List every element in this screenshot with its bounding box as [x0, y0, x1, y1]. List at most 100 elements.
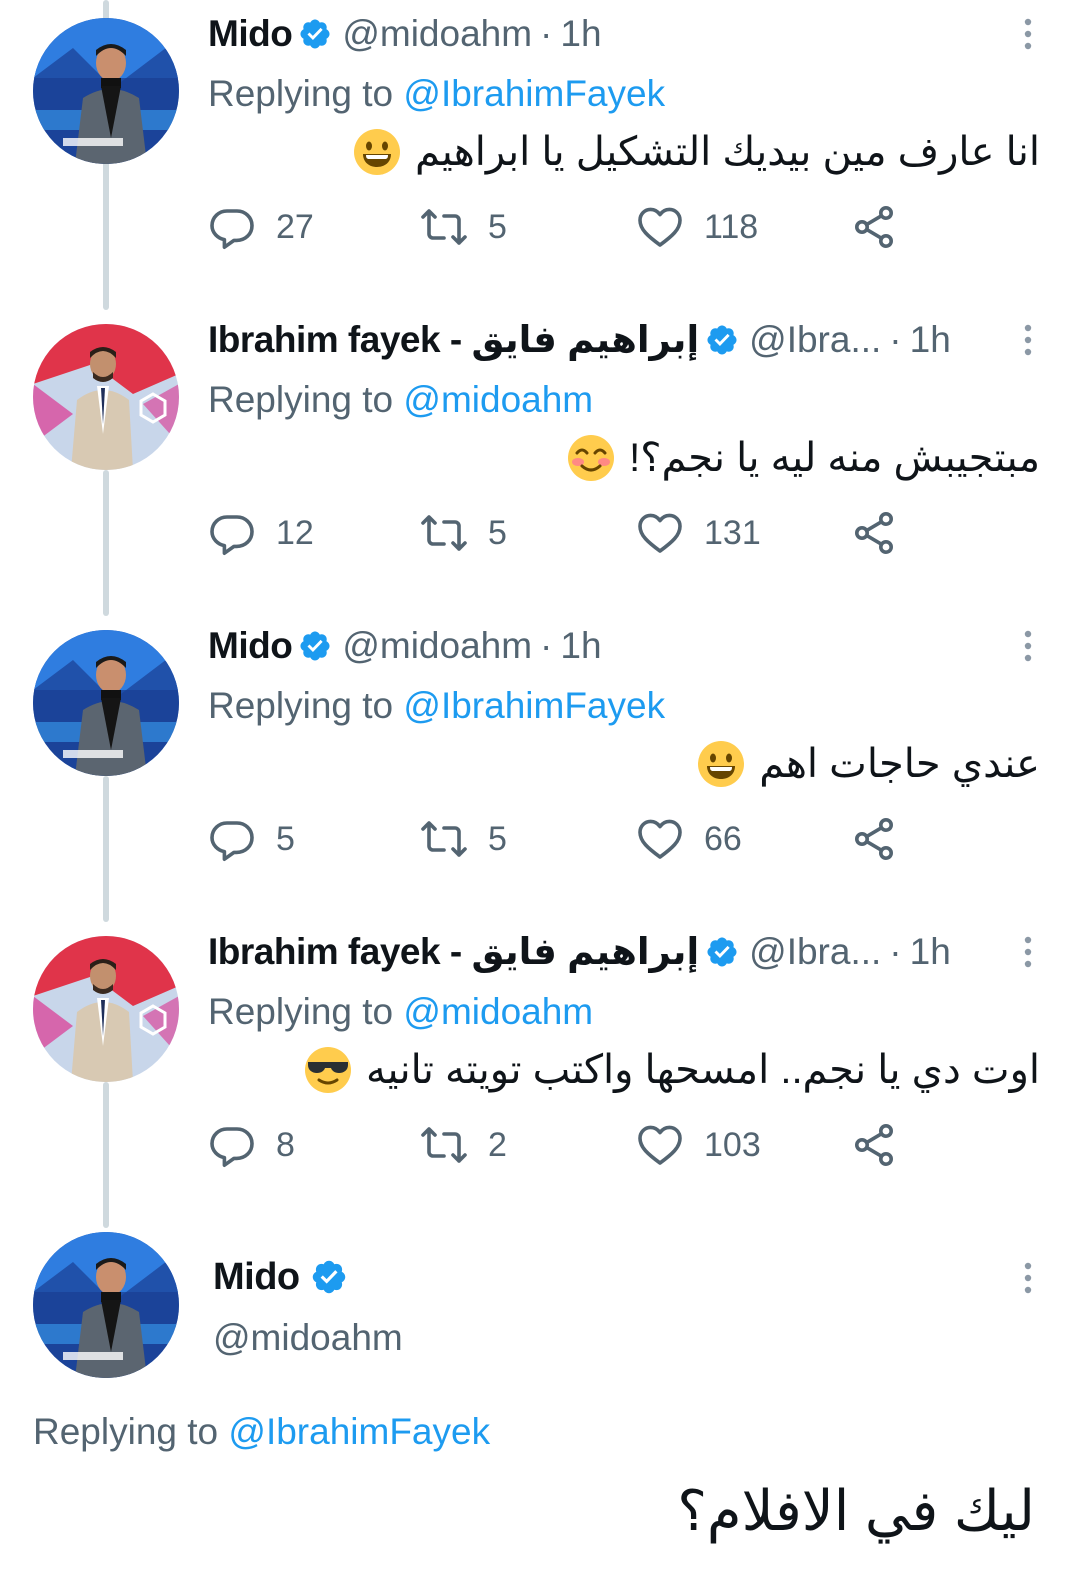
- reply-mention-link[interactable]: @IbrahimFayek: [403, 685, 665, 726]
- reply-button[interactable]: 5: [208, 814, 295, 864]
- reply-count: 8: [276, 1125, 295, 1164]
- tweet-text: ليك في الافلام؟: [677, 1479, 1035, 1542]
- verified-badge-icon: [705, 935, 739, 969]
- avatar[interactable]: [33, 1232, 179, 1378]
- avatar[interactable]: [33, 936, 179, 1082]
- reply-mention-link[interactable]: @midoahm: [403, 379, 593, 420]
- avatar[interactable]: [33, 18, 179, 164]
- verified-badge-icon: [310, 1258, 348, 1296]
- grinning-face-emoji-icon: [353, 128, 401, 176]
- display-name[interactable]: Ibrahim fayek - إبراهيم فايق: [208, 318, 700, 362]
- more-icon[interactable]: [1016, 16, 1040, 52]
- grinning-face-emoji-icon: [697, 740, 745, 788]
- thread-line: [103, 776, 109, 922]
- reply-count: 5: [276, 819, 295, 858]
- share-button[interactable]: [850, 202, 898, 252]
- replying-prefix: Replying to: [33, 1411, 229, 1452]
- reply-icon: [208, 1121, 256, 1169]
- share-button[interactable]: [850, 814, 898, 864]
- reply-count: 12: [276, 513, 314, 552]
- share-icon: [850, 815, 898, 863]
- like-button[interactable]: 103: [636, 1120, 761, 1170]
- timestamp[interactable]: 1h: [560, 12, 601, 56]
- timestamp[interactable]: 1h: [560, 624, 601, 668]
- share-icon: [850, 203, 898, 251]
- retweet-count: 2: [488, 1125, 507, 1164]
- reply-button[interactable]: 27: [208, 202, 314, 252]
- action-bar: 8 2 103: [208, 1120, 1040, 1170]
- avatar-image: [33, 936, 179, 1082]
- more-icon[interactable]: [1016, 1260, 1040, 1296]
- replying-to-line: Replying to @IbrahimFayek: [208, 68, 1040, 120]
- timestamp[interactable]: 1h: [910, 318, 951, 362]
- like-button[interactable]: 131: [636, 508, 761, 558]
- avatar[interactable]: [33, 630, 179, 776]
- replying-prefix: Replying to: [208, 991, 404, 1032]
- avatar[interactable]: [33, 324, 179, 470]
- more-icon[interactable]: [1016, 628, 1040, 664]
- replying-to-line: Replying to @midoahm: [208, 374, 1040, 426]
- separator-dot: ·: [540, 13, 553, 54]
- replying-to-line: Replying to @midoahm: [208, 986, 1040, 1038]
- handle[interactable]: @midoahm: [342, 624, 532, 668]
- verified-badge-icon: [298, 629, 332, 663]
- replying-to-line: Replying to @IbrahimFayek: [208, 680, 1040, 732]
- retweet-button[interactable]: 5: [420, 508, 507, 558]
- like-button[interactable]: 118: [636, 202, 758, 252]
- retweet-count: 5: [488, 207, 507, 246]
- tweet-text-content: مبتجيبش منه ليه يا نجم؟!: [629, 436, 1040, 480]
- handle[interactable]: @Ibra...: [749, 930, 881, 974]
- retweet-button[interactable]: 5: [420, 202, 507, 252]
- reply-button[interactable]: 12: [208, 508, 314, 558]
- retweet-icon: [420, 815, 468, 863]
- avatar-image: [33, 324, 179, 470]
- thread-line: [103, 1082, 109, 1228]
- reply-mention-link[interactable]: @IbrahimFayek: [228, 1411, 490, 1452]
- handle[interactable]: @midoahm: [213, 1312, 1040, 1364]
- tweet-text-content: عندي حاجات اهم: [759, 742, 1040, 786]
- separator-dot: ·: [889, 931, 902, 972]
- like-button[interactable]: 66: [636, 814, 742, 864]
- tweet-text-content: انا عارف مين بيديك التشكيل يا ابراهيم: [415, 130, 1040, 174]
- handle[interactable]: @Ibra...: [749, 318, 881, 362]
- reply-button[interactable]: 8: [208, 1120, 295, 1170]
- thread-line: [103, 470, 109, 616]
- display-name[interactable]: Mido: [208, 624, 293, 668]
- avatar-image: [33, 18, 179, 164]
- share-button[interactable]: [850, 1120, 898, 1170]
- retweet-icon: [420, 1121, 468, 1169]
- retweet-icon: [420, 509, 468, 557]
- action-bar: 12 5 131: [208, 508, 1040, 558]
- avatar-image: [33, 1232, 179, 1378]
- replying-prefix: Replying to: [208, 73, 404, 114]
- display-name[interactable]: Mido: [213, 1256, 300, 1299]
- more-icon[interactable]: [1016, 934, 1040, 970]
- tweet-text: عندي حاجات اهم: [208, 734, 1040, 794]
- verified-badge-icon: [705, 323, 739, 357]
- share-button[interactable]: [850, 508, 898, 558]
- display-name[interactable]: Ibrahim fayek - إبراهيم فايق: [208, 930, 700, 974]
- timestamp[interactable]: 1h: [910, 930, 951, 974]
- handle[interactable]: @midoahm: [342, 12, 532, 56]
- like-icon: [636, 1121, 684, 1169]
- tweet-text: مبتجيبش منه ليه يا نجم؟!: [208, 428, 1040, 488]
- like-icon: [636, 203, 684, 251]
- reply-mention-link[interactable]: @IbrahimFayek: [403, 73, 665, 114]
- reply-icon: [208, 509, 256, 557]
- retweet-count: 5: [488, 819, 507, 858]
- action-bar: 5 5 66: [208, 814, 1040, 864]
- retweet-button[interactable]: 5: [420, 814, 507, 864]
- replying-prefix: Replying to: [208, 685, 404, 726]
- smiling-face-with-smiling-eyes-emoji-icon: [567, 434, 615, 482]
- reply-icon: [208, 815, 256, 863]
- more-icon[interactable]: [1016, 322, 1040, 358]
- verified-badge-icon: [298, 17, 332, 51]
- tweet-text-content: اوت دي يا نجم.. امسحها واكتب تويته تانيه: [365, 1048, 1040, 1092]
- tweet-text: انا عارف مين بيديك التشكيل يا ابراهيم: [208, 122, 1040, 182]
- share-icon: [850, 509, 898, 557]
- reply-icon: [208, 203, 256, 251]
- reply-mention-link[interactable]: @midoahm: [403, 991, 593, 1032]
- display-name[interactable]: Mido: [208, 12, 293, 56]
- separator-dot: ·: [889, 319, 902, 360]
- retweet-button[interactable]: 2: [420, 1120, 507, 1170]
